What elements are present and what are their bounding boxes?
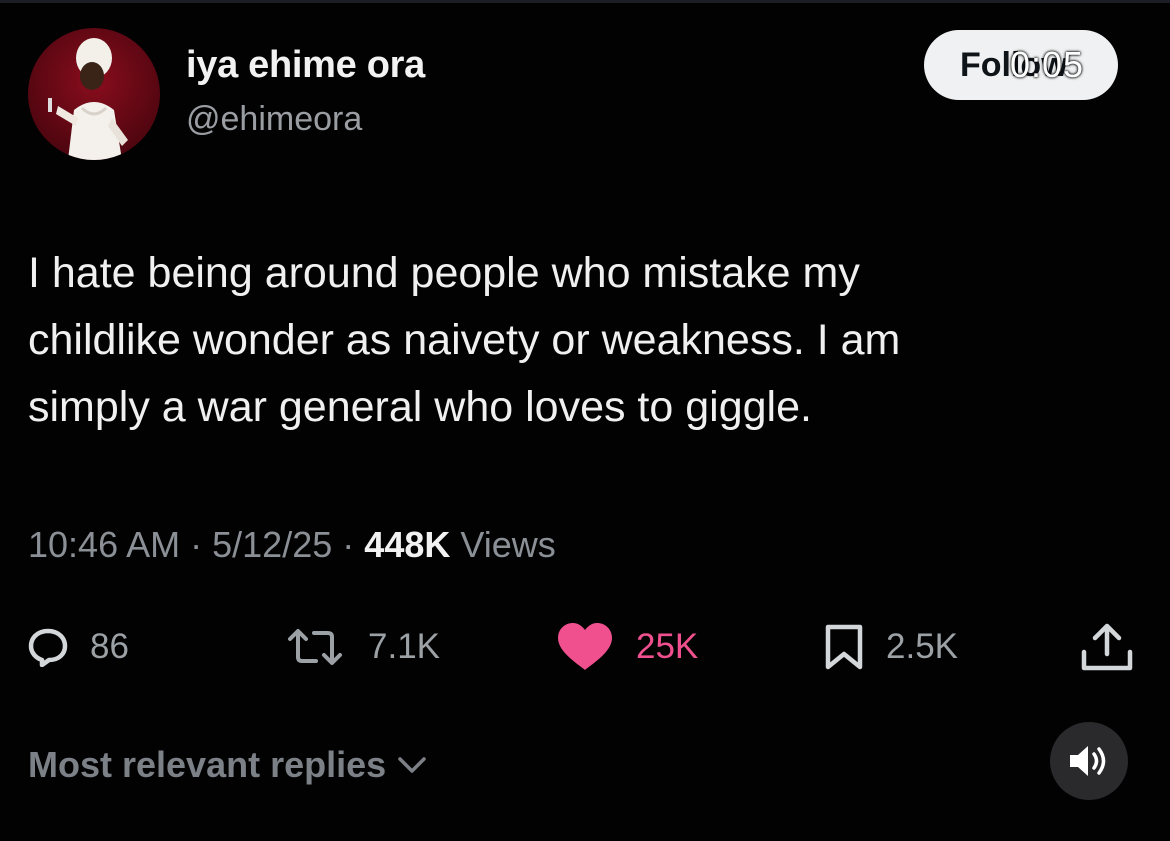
bookmark-icon [825, 624, 863, 670]
chevron-down-icon [398, 757, 426, 773]
reply-button[interactable]: 86 [28, 612, 129, 682]
bookmark-count: 2.5K [886, 627, 958, 666]
replies-sort-label: Most relevant replies [28, 744, 387, 785]
sound-toggle-button[interactable] [1050, 722, 1128, 800]
share-icon [1081, 623, 1133, 671]
views-label: Views [460, 524, 556, 565]
tweet-meta: 10:46 AM · 5/12/25 · 448K Views [28, 524, 556, 566]
repost-button[interactable]: 7.1K [284, 612, 440, 682]
bookmark-button[interactable]: 2.5K [824, 612, 958, 682]
top-divider [0, 0, 1170, 3]
speaker-icon [1070, 746, 1106, 776]
tweet-date[interactable]: 5/12/25 [212, 524, 332, 565]
tweet-text: I hate being around people who mistake m… [28, 240, 1118, 441]
meta-separator: · [190, 524, 203, 565]
action-bar: 86 7.1K 25K 2.5K [0, 612, 1170, 682]
like-button[interactable]: 25K [556, 612, 698, 682]
meta-separator: · [342, 524, 355, 565]
heart-icon [558, 623, 612, 670]
reply-icon [28, 628, 68, 667]
tweet-screenshot: iya ehime ora @ehimeora Follow 0:05 I ha… [0, 0, 1170, 841]
video-timer: 0:05 [1010, 44, 1085, 85]
display-name[interactable]: iya ehime ora [186, 44, 425, 87]
like-count: 25K [636, 627, 699, 666]
profile-photo-icon [48, 38, 128, 160]
tweet-time[interactable]: 10:46 AM [28, 524, 180, 565]
repost-icon [288, 629, 342, 665]
tweet-line: simply a war general who loves to giggle… [28, 383, 812, 431]
views-count[interactable]: 448K [364, 524, 450, 565]
share-button[interactable] [1076, 612, 1138, 682]
repost-count: 7.1K [368, 627, 440, 666]
reply-count: 86 [90, 627, 129, 666]
tweet-line: childlike wonder as naivety or weakness.… [28, 316, 901, 364]
user-handle[interactable]: @ehimeora [186, 100, 362, 139]
replies-sort-dropdown[interactable]: Most relevant replies [28, 744, 428, 786]
tweet-line: I hate being around people who mistake m… [28, 249, 860, 297]
avatar[interactable] [28, 28, 160, 160]
